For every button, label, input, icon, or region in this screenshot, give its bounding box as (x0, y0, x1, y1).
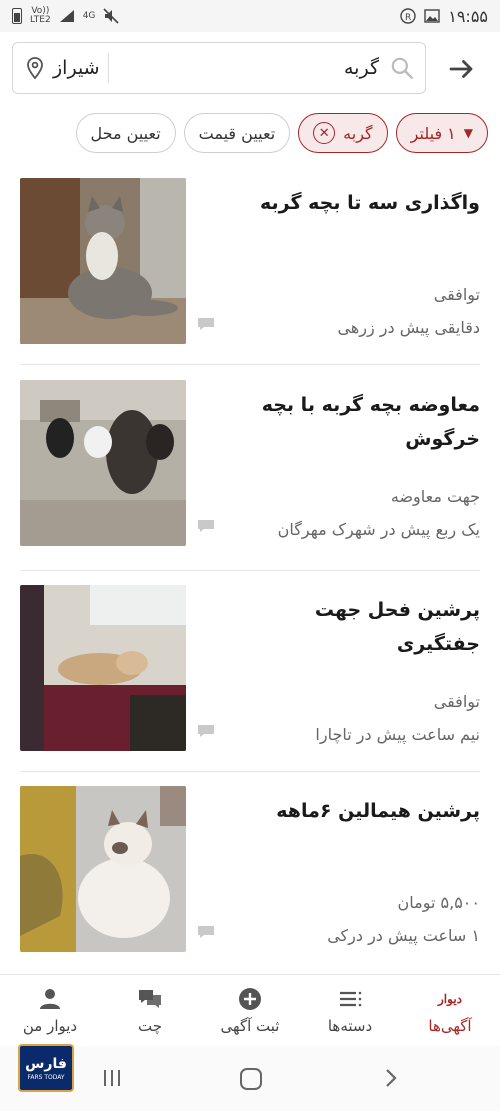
category-filter-label: گربه (343, 123, 373, 143)
status-bar-left: Vo)) LTE2 4G (12, 7, 119, 25)
chat-enabled-icon (198, 520, 214, 532)
nav-post-ad-label: ثبت آگهی (220, 1016, 280, 1035)
filter-chips: ▼ ۱ فیلتر گربه ✕ تعیین قیمت تعیین محل (0, 104, 500, 162)
system-nav-bar (0, 1046, 500, 1111)
search-box[interactable]: گربه شیراز (12, 42, 426, 94)
caret-down-icon: ▼ (463, 126, 473, 140)
nav-my-divar[interactable]: دیوار من (0, 975, 100, 1046)
nav-ads-label: آگهی‌ها (428, 1016, 472, 1035)
listing-thumbnail (20, 585, 186, 751)
mute-icon (103, 8, 119, 24)
network-indicator: Vo)) LTE2 (30, 7, 51, 25)
gallery-icon (424, 9, 440, 23)
listing-card[interactable]: پرشین فحل جهت جفتگیری توافقی نیم ساعت پی… (20, 585, 480, 765)
clock: ۱۹:۵۵ (448, 6, 488, 26)
fars-today-watermark: فارس FARS TODAY (18, 1044, 74, 1092)
listing-divider (20, 771, 480, 772)
status-bar-right: R ۱۹:۵۵ (400, 7, 488, 26)
search-icon (391, 57, 413, 79)
back-chevron-icon[interactable] (380, 1066, 402, 1090)
listing-thumbnail (20, 786, 186, 952)
chat-enabled-icon (198, 318, 214, 330)
listing-title: معاوضه بچه گربه با بچه خرگوش (261, 394, 480, 450)
listing-meta: ۱ ساعت پیش در درکی (327, 926, 480, 945)
category-filter-chip[interactable]: گربه ✕ (298, 113, 388, 153)
listing-thumbnail (20, 178, 186, 344)
search-divider (107, 53, 109, 83)
listing-meta: نیم ساعت پیش در تاچارا (315, 725, 480, 744)
location-filter-label: تعیین محل (90, 123, 161, 143)
status-bar: Vo)) LTE2 4G R ۱۹:۵۵ (0, 0, 500, 32)
listing-price: توافقی (433, 285, 480, 304)
nav-categories-label: دسته‌ها (327, 1016, 373, 1035)
notification-r-icon: R (400, 8, 416, 24)
location-pin-icon[interactable] (23, 56, 47, 80)
listing-thumbnail (20, 380, 186, 546)
divar-logo: دیوار (438, 991, 463, 1006)
home-icon[interactable] (238, 1066, 264, 1092)
svg-text:R: R (405, 13, 411, 23)
battery-icon (12, 8, 22, 24)
remove-filter-icon[interactable]: ✕ (313, 122, 336, 144)
listing-title: واگذاری سه تا بچه گربه (259, 192, 480, 214)
person-icon (40, 988, 60, 1009)
listing-divider (20, 570, 480, 571)
nav-chat[interactable]: چت (100, 975, 200, 1046)
signal-icon (59, 10, 74, 22)
network-type-bottom: LTE2 (30, 15, 51, 25)
listing-title: پرشین هیمالین ۶ماهه (276, 800, 480, 822)
listing-card[interactable]: واگذاری سه تا بچه گربه توافقی دقایقی پیش… (20, 178, 480, 358)
listing-divider (20, 364, 480, 365)
bottom-navigation: دیوار آگهی‌ها دسته‌ها ثبت آگهی چت دیوار … (0, 974, 500, 1046)
chat-enabled-icon (198, 926, 214, 938)
listing-price: جهت معاوضه (390, 487, 480, 506)
signal-label: 4G (82, 10, 96, 21)
categories-icon (340, 991, 362, 1006)
listing-meta: یک ربع پیش در شهرک مهرگان (277, 520, 480, 539)
search-query[interactable]: گربه (117, 57, 379, 79)
recent-apps-icon[interactable] (100, 1066, 124, 1090)
chat-enabled-icon (198, 725, 214, 737)
listing-meta: دقایقی پیش در زرهی (337, 318, 480, 337)
nav-post-ad[interactable]: ثبت آگهی (200, 975, 300, 1046)
chat-bubbles-icon (139, 989, 161, 1008)
listing-price: ۵,۵۰۰ تومان (397, 893, 480, 912)
nav-ads[interactable]: دیوار آگهی‌ها (400, 975, 500, 1046)
price-filter-label: تعیین قیمت (198, 123, 276, 143)
filter-count-label: ۱ فیلتر (410, 123, 456, 143)
listing-price: توافقی (433, 692, 480, 711)
watermark-sub: FARS TODAY (27, 1073, 65, 1081)
add-circle-icon (239, 987, 261, 1010)
location-filter-chip[interactable]: تعیین محل (75, 113, 176, 153)
listing-card[interactable]: معاوضه بچه گربه با بچه خرگوش جهت معاوضه … (20, 380, 480, 560)
nav-my-divar-label: دیوار من (22, 1016, 78, 1035)
nav-chat-label: چت (138, 1016, 163, 1035)
nav-categories[interactable]: دسته‌ها (300, 975, 400, 1046)
listing-title: پرشین فحل جهت جفتگیری (314, 599, 480, 655)
price-filter-chip[interactable]: تعیین قیمت (183, 113, 291, 153)
listing-card[interactable]: پرشین هیمالین ۶ماهه ۵,۵۰۰ تومان ۱ ساعت پ… (20, 786, 480, 966)
search-header: گربه شیراز (0, 32, 500, 104)
filter-count-chip[interactable]: ▼ ۱ فیلتر (395, 113, 488, 153)
back-arrow-icon[interactable] (446, 54, 476, 84)
watermark-main: فارس (25, 1055, 67, 1072)
city-name[interactable]: شیراز (53, 57, 100, 79)
